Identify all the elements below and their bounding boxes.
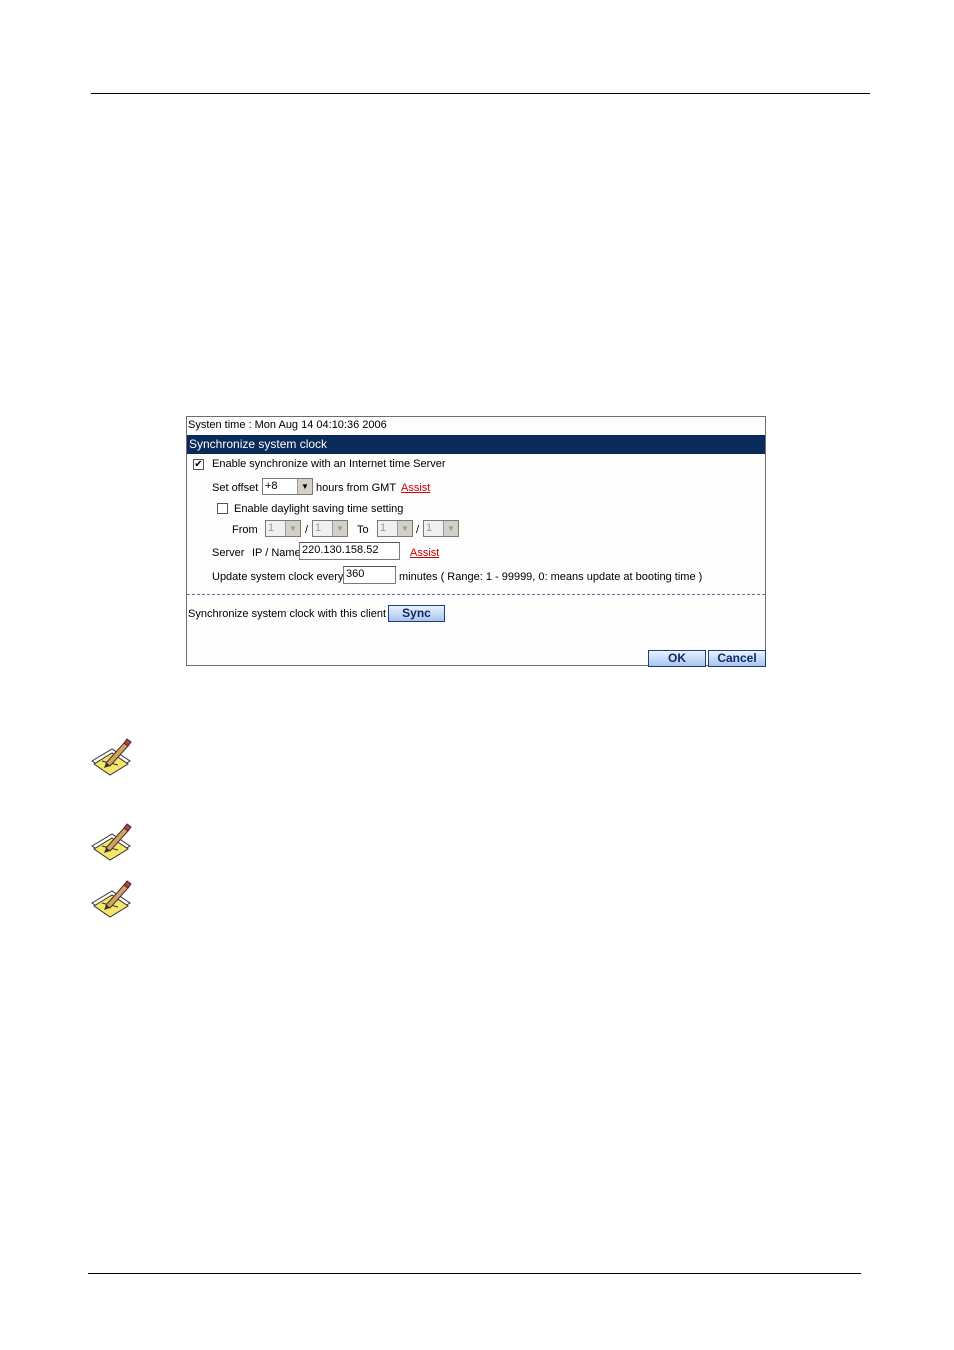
from-month-value: 1 [268, 522, 275, 534]
to-month-select[interactable]: 1 ▼ [377, 520, 413, 537]
to-separator: / [416, 524, 420, 536]
section-header-title: Synchronize system clock [189, 437, 328, 451]
system-time-label: Systen time : Mon Aug 14 04:10:36 2006 [188, 419, 387, 431]
header-rule [91, 93, 870, 94]
from-label: From [232, 524, 258, 536]
update-label: Update system clock every [212, 571, 344, 583]
note-pencil-icon [91, 738, 132, 776]
ok-button[interactable]: OK [648, 650, 706, 667]
cancel-button[interactable]: Cancel [708, 650, 766, 667]
sync-clock-panel: Systen time : Mon Aug 14 04:10:36 2006 S… [186, 416, 766, 667]
offset-assist-link[interactable]: Assist [401, 482, 430, 494]
from-day-value: 1 [315, 522, 322, 534]
from-separator: / [305, 524, 309, 536]
to-label: To [357, 524, 369, 536]
daylight-label: Enable daylight saving time setting [234, 503, 404, 515]
to-month-value: 1 [380, 522, 387, 534]
sync-button[interactable]: Sync [388, 605, 445, 622]
enable-sync-checkbox[interactable]: ✔ [193, 459, 204, 470]
sync-client-label: Synchronize system clock with this clien… [188, 608, 387, 620]
chevron-down-icon: ▼ [443, 521, 458, 536]
chevron-down-icon: ▼ [297, 479, 312, 494]
chevron-down-icon: ▼ [285, 521, 300, 536]
server-ip-name-label: IP / Name [252, 547, 301, 559]
chevron-down-icon: ▼ [397, 521, 412, 536]
update-interval-input[interactable]: 360 [343, 566, 396, 584]
daylight-checkbox[interactable] [217, 503, 228, 514]
from-month-select[interactable]: 1 ▼ [265, 520, 301, 537]
to-day-value: 1 [426, 522, 433, 534]
offset-suffix: hours from GMT [316, 482, 397, 494]
offset-value: +8 [265, 480, 278, 492]
update-suffix: minutes ( Range: 1 - 99999, 0: means upd… [399, 571, 703, 583]
server-input[interactable]: 220.130.158.52 [299, 542, 400, 560]
note-pencil-icon [91, 823, 132, 861]
offset-label: Set offset [212, 482, 259, 494]
from-day-select[interactable]: 1 ▼ [312, 520, 348, 537]
server-label: Server [212, 547, 245, 559]
note-pencil-icon [91, 880, 132, 918]
footer-rule [88, 1273, 861, 1274]
server-assist-link[interactable]: Assist [410, 547, 439, 559]
section-header: Synchronize system clock [187, 435, 765, 454]
enable-sync-label: Enable synchronize with an Internet time… [212, 458, 446, 470]
to-day-select[interactable]: 1 ▼ [423, 520, 459, 537]
chevron-down-icon: ▼ [332, 521, 347, 536]
divider [187, 594, 765, 595]
offset-select[interactable]: +8 ▼ [262, 478, 313, 495]
